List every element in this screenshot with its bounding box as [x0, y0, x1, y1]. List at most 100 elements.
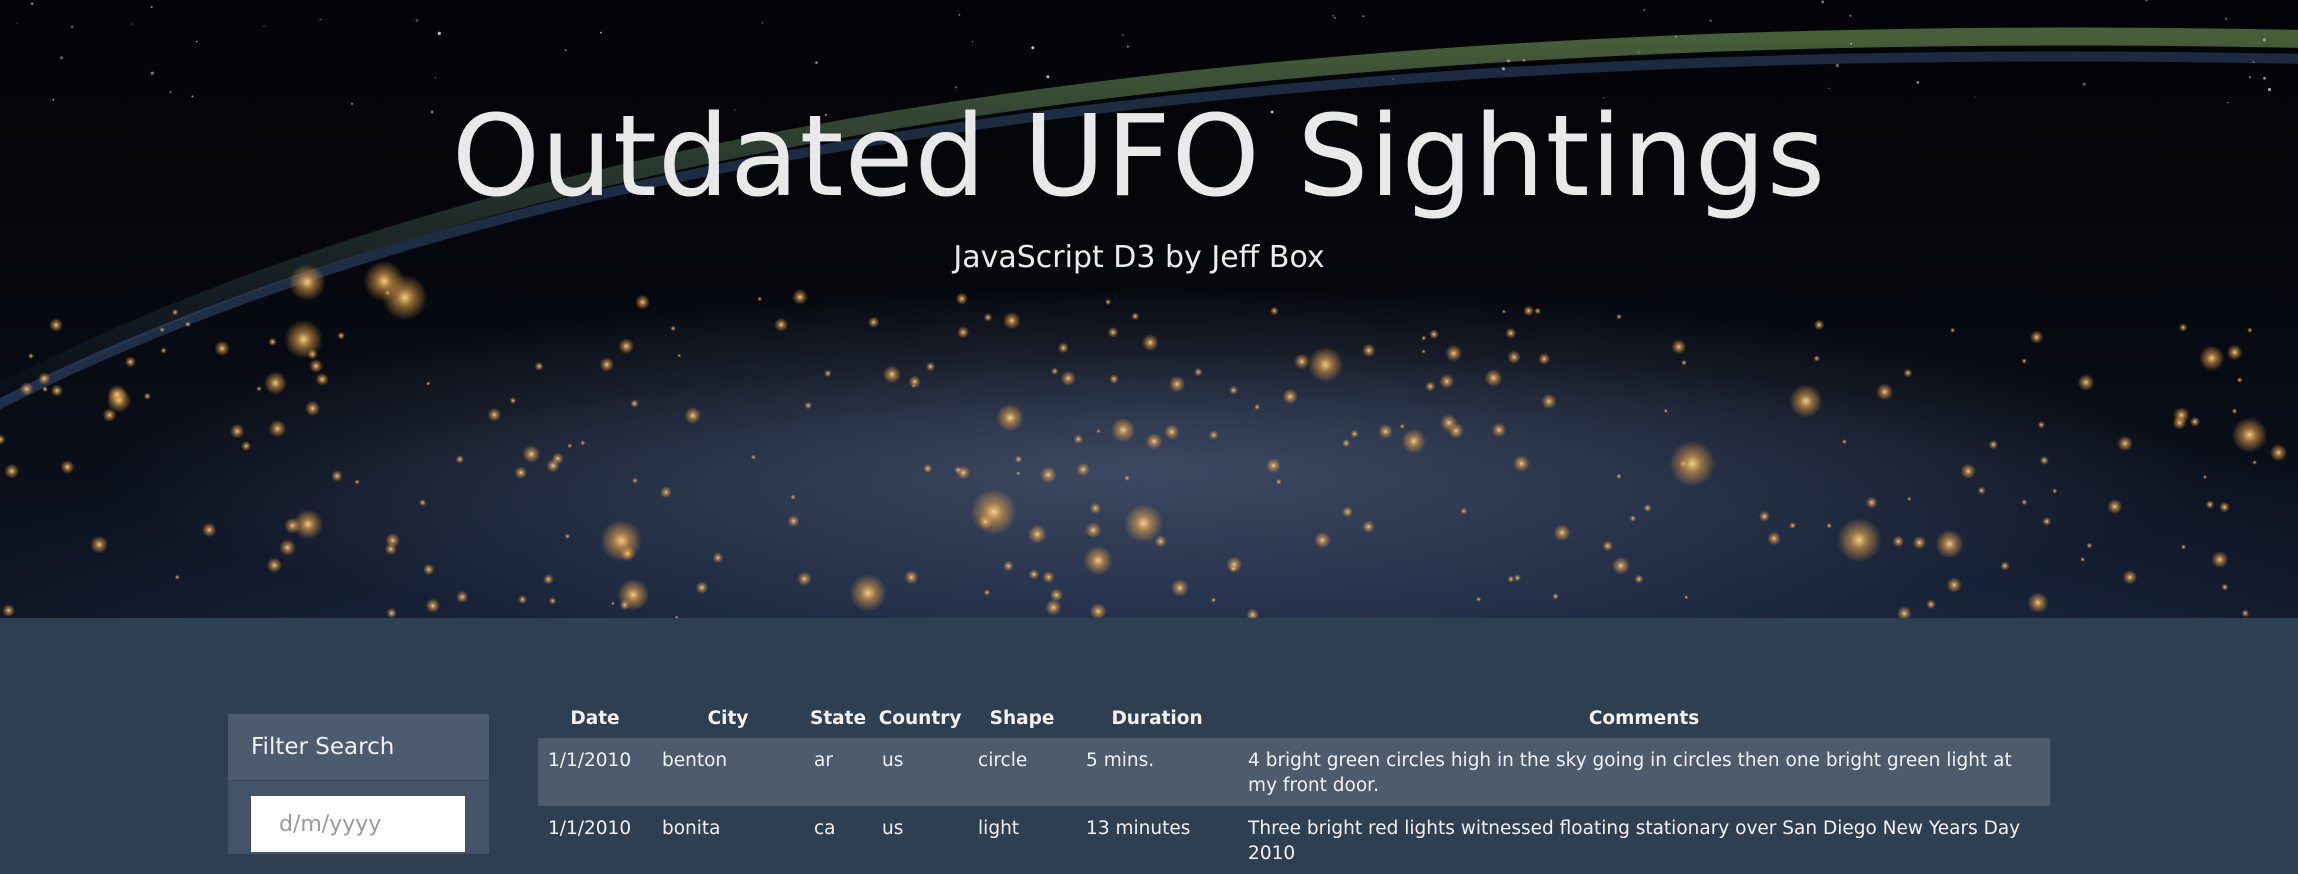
star: [1828, 87, 1830, 89]
city-light: [1926, 599, 1936, 610]
cell-country: us: [882, 818, 904, 839]
star: [2248, 76, 2251, 79]
city-light: [1501, 309, 1506, 314]
city-light: [514, 466, 528, 480]
cell-state: ca: [814, 818, 836, 839]
city-light: [2231, 408, 2238, 414]
city-light: [2052, 488, 2058, 494]
star: [434, 77, 437, 79]
city-light: [1903, 368, 1913, 378]
cell-state: ar: [804, 738, 873, 806]
city-light: [1813, 355, 1820, 362]
city-light: [883, 365, 901, 384]
column-header-comments[interactable]: Comments: [1238, 698, 2050, 738]
city-light: [1045, 599, 1062, 616]
city-light: [1684, 595, 1689, 600]
city-light: [2189, 416, 2201, 427]
cell-city: bonita: [662, 818, 721, 839]
city-light: [712, 552, 724, 563]
city-light: [618, 338, 635, 355]
city-light: [1362, 343, 1376, 358]
city-light: [1949, 327, 1956, 333]
star: [958, 13, 961, 16]
city-light: [125, 356, 136, 368]
city-light: [426, 381, 431, 386]
city-light: [315, 372, 329, 386]
star: [1709, 19, 1712, 23]
star: [1506, 59, 1510, 63]
city-light: [1168, 375, 1186, 393]
star: [1916, 81, 1920, 84]
city-light: [1907, 496, 1912, 502]
city-light: [268, 337, 277, 347]
city-light: [2180, 544, 2187, 550]
city-light: [1073, 434, 1083, 444]
city-light: [548, 597, 557, 605]
city-light: [354, 479, 360, 485]
city-light: [1107, 327, 1119, 338]
city-light: [2086, 542, 2093, 549]
star: [1332, 14, 1335, 17]
city-light: [2236, 377, 2243, 383]
city-light: [19, 382, 34, 396]
city-light: [1960, 463, 1976, 479]
city-light: [787, 515, 800, 527]
city-light: [184, 321, 191, 328]
city-light: [1014, 455, 1023, 463]
city-light: [1399, 423, 1405, 429]
city-light: [983, 313, 993, 322]
city-light: [419, 499, 427, 507]
star: [30, 2, 34, 5]
city-light: [2029, 330, 2044, 344]
city-light: [4, 463, 20, 479]
city-light: [868, 316, 880, 328]
city-light: [1758, 510, 1770, 522]
column-header-country[interactable]: Country: [872, 698, 968, 738]
city-light: [1229, 385, 1238, 395]
column-header-shape[interactable]: Shape: [968, 698, 1076, 738]
city-light: [1552, 593, 1559, 600]
city-light: [660, 486, 672, 499]
city-light: [214, 340, 230, 356]
city-light: [630, 399, 639, 408]
city-light: [2219, 501, 2230, 513]
city-light: [1421, 349, 1426, 354]
city-light: [1897, 606, 1912, 618]
cell-comments: 4 bright green circles high in the sky g…: [1238, 738, 2050, 806]
cell-comments: Three bright red lights witnessed floati…: [1248, 818, 2021, 864]
filter-heading: Filter Search: [228, 714, 489, 781]
city-light: [1513, 574, 1521, 582]
city-light: [2122, 570, 2138, 585]
city-light: [1513, 455, 1530, 472]
city-light: [1027, 524, 1047, 544]
city-light: [1448, 423, 1464, 439]
city-light: [2000, 561, 2010, 571]
city-light: [567, 443, 573, 449]
city-light: [264, 371, 287, 395]
city-light: [2199, 345, 2225, 371]
city-light: [2117, 435, 2133, 452]
column-header-date[interactable]: Date: [538, 698, 652, 738]
city-light: [1254, 403, 1261, 411]
filter-panel: Filter Search: [228, 714, 489, 854]
city-light: [1460, 507, 1468, 515]
column-header-state[interactable]: State: [804, 698, 872, 738]
date-filter-input[interactable]: [251, 796, 465, 852]
star: [263, 25, 265, 28]
city-light: [0, 434, 6, 445]
city-light: [546, 459, 560, 473]
city-light: [2202, 474, 2208, 480]
city-light: [2172, 415, 2187, 430]
city-light: [1028, 569, 1039, 580]
city-light: [1089, 603, 1107, 618]
city-light: [599, 357, 614, 372]
city-light: [1813, 319, 1825, 331]
city-light: [1789, 522, 1796, 529]
city-light: [1836, 517, 1882, 563]
city-light: [423, 563, 435, 576]
column-header-city[interactable]: City: [652, 698, 804, 738]
column-header-duration[interactable]: Duration: [1076, 698, 1238, 738]
city-light: [2241, 609, 2250, 618]
city-light: [202, 522, 217, 538]
star: [195, 40, 198, 43]
